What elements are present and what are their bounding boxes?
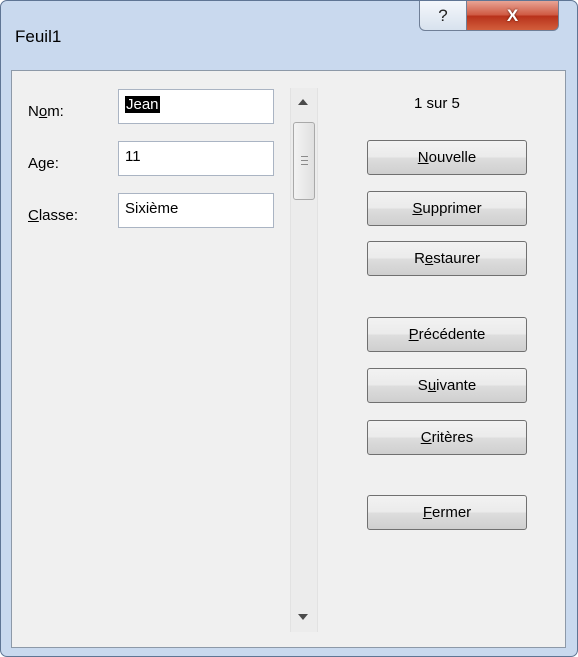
close-icon: X <box>506 5 519 25</box>
next-button[interactable]: Su ivante <box>367 368 527 403</box>
close-button[interactable]: Fermer <box>367 495 527 530</box>
restore-button[interactable]: Re staurer <box>367 241 527 276</box>
close-window-button[interactable]: X <box>466 1 559 31</box>
delete-button[interactable]: Supprimer <box>367 191 527 226</box>
grip-line <box>301 164 308 165</box>
scroll-thumb[interactable] <box>293 122 315 200</box>
name-label: Nom: <box>28 103 64 120</box>
new-button[interactable]: Nouvelle <box>367 140 527 175</box>
criteria-button[interactable]: Critères <box>367 420 527 455</box>
window-title: Feuil1 <box>15 27 62 46</box>
previous-button[interactable]: Précédente <box>367 317 527 352</box>
help-icon: ? <box>438 5 448 25</box>
age-field[interactable]: 11 <box>118 141 274 176</box>
grip-line <box>301 156 308 157</box>
name-field[interactable]: Jean <box>118 89 274 124</box>
data-form-window: Feuil1 ? X Nom: Jean Age: 11 Classe: Six… <box>0 0 578 657</box>
age-label: Age: <box>28 155 59 172</box>
scroll-down-arrow-icon[interactable] <box>298 614 308 620</box>
class-field[interactable]: Sixième <box>118 193 274 228</box>
record-counter: 1 sur 5 <box>414 95 460 112</box>
class-label: Classe: <box>28 207 79 224</box>
record-scrollbar[interactable] <box>290 88 318 632</box>
grip-line <box>301 160 308 161</box>
form-body: Nom: Jean Age: 11 Classe: Sixième 1 sur … <box>11 70 566 648</box>
scroll-up-arrow-icon[interactable] <box>298 99 308 105</box>
help-button[interactable]: ? <box>419 1 467 31</box>
